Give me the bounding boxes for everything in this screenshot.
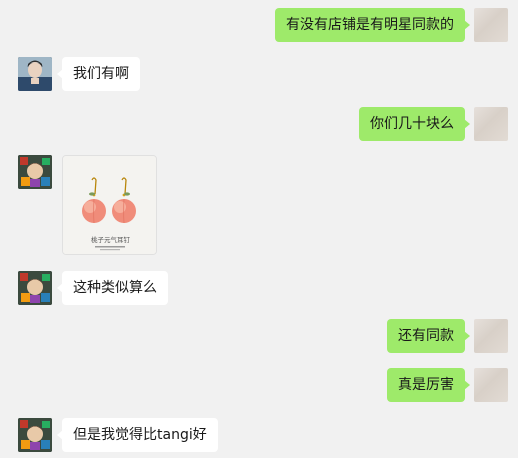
message-bubble-outgoing[interactable]: 还有同款	[387, 319, 470, 353]
colorful-avatar-icon	[18, 155, 52, 189]
message-bubble-outgoing[interactable]: 有没有店铺是有明星同款的	[275, 8, 470, 42]
self-avatar[interactable]	[474, 107, 508, 141]
colorful-avatar-icon	[18, 271, 52, 305]
peach-earrings-image: 桃子元气耳钉	[63, 156, 156, 254]
self-avatar[interactable]	[474, 319, 508, 353]
chat-area: 有没有店铺是有明星同款的 我们有啊 你们几十块么 桃子元气耳钉 这种类似算么 还…	[0, 0, 518, 458]
image-message[interactable]: 桃子元气耳钉	[62, 155, 157, 255]
message-bubble-incoming[interactable]: 这种类似算么	[57, 271, 168, 305]
message-bubble-outgoing[interactable]: 你们几十块么	[359, 107, 470, 141]
friend-avatar[interactable]	[18, 57, 52, 91]
message-bubble-outgoing[interactable]: 真是厉害	[387, 368, 470, 402]
self-avatar[interactable]	[474, 8, 508, 42]
friend-avatar[interactable]	[18, 155, 52, 189]
message-bubble-incoming[interactable]: 我们有啊	[57, 57, 140, 91]
svg-text:桃子元气耳钉: 桃子元气耳钉	[91, 235, 131, 244]
friend-avatar[interactable]	[18, 271, 52, 305]
person-portrait-icon	[18, 57, 52, 91]
colorful-avatar-icon	[18, 418, 52, 452]
self-avatar[interactable]	[474, 368, 508, 402]
friend-avatar[interactable]	[18, 418, 52, 452]
message-bubble-incoming[interactable]: 但是我觉得比tangi好	[57, 418, 218, 452]
